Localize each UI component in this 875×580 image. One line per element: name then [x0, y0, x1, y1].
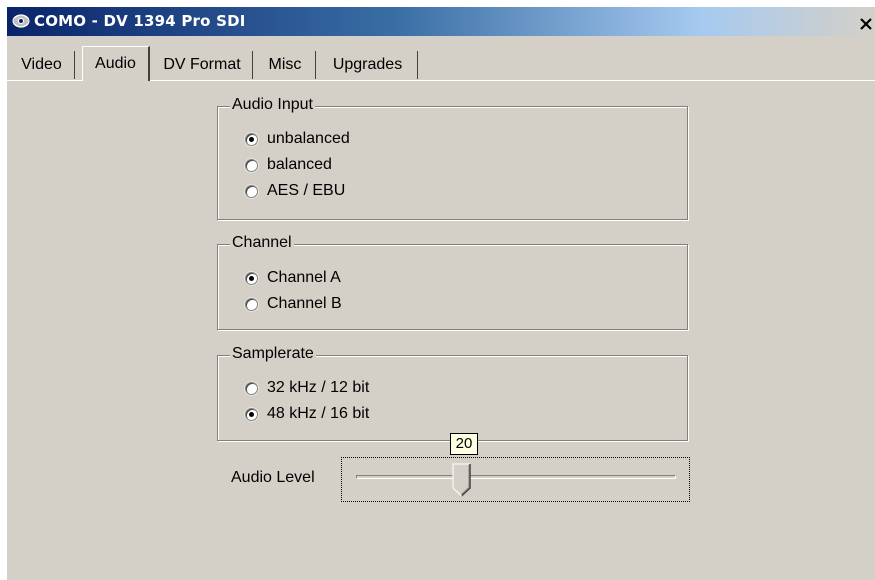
radio-button[interactable]: [245, 297, 258, 311]
radio-label: Channel B: [267, 295, 342, 312]
app-logo-icon: [11, 12, 31, 30]
radio-button[interactable]: [245, 132, 258, 146]
slider-track[interactable]: [356, 475, 676, 479]
tab-video[interactable]: Video: [9, 51, 75, 79]
radio-label: AES / EBU: [267, 182, 346, 199]
radio-channel-a[interactable]: Channel A: [245, 267, 341, 289]
tab-label: Upgrades: [332, 56, 403, 73]
samplerate-group: Samplerate 32 kHz / 12 bit 48 kHz / 16 b…: [217, 345, 688, 441]
radio-label: balanced: [267, 156, 332, 173]
radio-32khz[interactable]: 32 kHz / 12 bit: [245, 377, 369, 399]
close-button[interactable]: [858, 15, 874, 33]
radio-unbalanced[interactable]: unbalanced: [245, 128, 350, 150]
tab-label: Misc: [268, 56, 302, 73]
radio-button[interactable]: [245, 271, 258, 285]
window-title: COMO - DV 1394 Pro SDI: [34, 12, 246, 30]
tab-label: Audio: [95, 55, 136, 72]
radio-balanced[interactable]: balanced: [245, 154, 332, 176]
tab-label: DV Format: [163, 56, 241, 73]
slider-thumb[interactable]: [452, 463, 472, 497]
audio-input-legend: Audio Input: [230, 96, 315, 114]
audio-level-label: Audio Level: [231, 469, 315, 486]
tab-upgrades[interactable]: Upgrades: [318, 51, 418, 79]
close-icon: [860, 18, 872, 30]
radio-button[interactable]: [245, 407, 258, 421]
tab-audio[interactable]: Audio: [82, 46, 150, 81]
channel-legend: Channel: [230, 234, 294, 252]
radio-48khz[interactable]: 48 kHz / 16 bit: [245, 403, 369, 425]
slider-value-tooltip: 20: [450, 433, 478, 455]
radio-label: 48 kHz / 16 bit: [267, 405, 370, 422]
samplerate-legend: Samplerate: [230, 345, 316, 363]
radio-button[interactable]: [245, 381, 258, 395]
tab-misc[interactable]: Misc: [255, 51, 316, 79]
radio-aes-ebu[interactable]: AES / EBU: [245, 180, 345, 202]
radio-button[interactable]: [245, 158, 258, 172]
radio-label: Channel A: [267, 269, 341, 286]
tab-dv-format[interactable]: DV Format: [152, 51, 253, 79]
radio-channel-b[interactable]: Channel B: [245, 293, 342, 315]
channel-group: Channel Channel A Channel B: [217, 234, 688, 330]
radio-button[interactable]: [245, 184, 258, 198]
radio-label: 32 kHz / 12 bit: [267, 379, 370, 396]
dialog-window: COMO - DV 1394 Pro SDI Video Audio DV Fo…: [7, 7, 875, 580]
tab-label: Video: [21, 56, 62, 73]
audio-input-group: Audio Input unbalanced balanced AES / EB…: [217, 96, 688, 220]
title-bar[interactable]: COMO - DV 1394 Pro SDI: [7, 7, 875, 36]
radio-label: unbalanced: [267, 130, 350, 147]
audio-level-slider[interactable]: [341, 457, 690, 502]
